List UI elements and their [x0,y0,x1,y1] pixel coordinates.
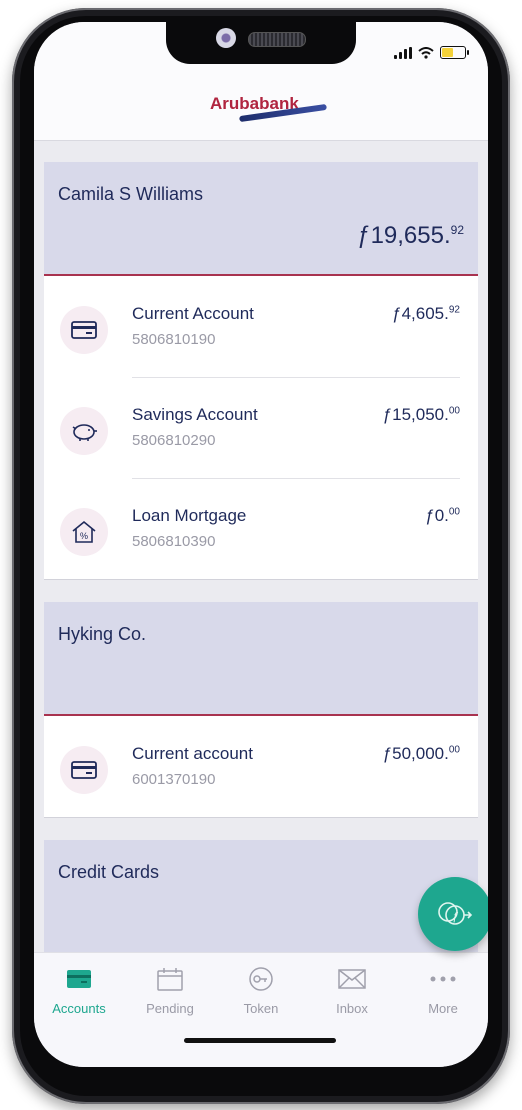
account-row-current[interactable]: Current Account 5806810190 ƒ4,605.92 [44,276,478,377]
envelope-icon [307,965,397,993]
account-group-header[interactable]: Hyking Co. [44,602,478,716]
svg-text:%: % [80,531,88,541]
account-title: Savings Account [132,405,258,424]
wifi-icon [418,46,434,59]
account-row-mortgage[interactable]: % Loan Mortgage 5806810390 ƒ0.00 [44,478,478,579]
account-balance: ƒ4,605.92 [392,304,460,323]
account-number: 5806810190 [132,331,216,348]
card-icon [34,965,124,993]
group-name: Camila S Williams [58,184,204,204]
speaker-grille [248,32,306,47]
group-total: ƒ19,655.92 [357,222,464,249]
account-balance: ƒ0.00 [425,506,460,525]
piggy-bank-icon [60,407,108,455]
account-rows: Current account 6001370190 ƒ50,000.00 [44,716,478,818]
accounts-list[interactable]: Camila S Williams ƒ19,655.92 Current Acc… [34,140,488,952]
account-row-current[interactable]: Current account 6001370190 ƒ50,000.00 [44,716,478,817]
notch [166,22,356,64]
tab-label: Pending [146,1001,194,1016]
tab-inbox[interactable]: Inbox [307,965,397,1016]
group-name: Hyking Co. [58,624,147,644]
calendar-icon [125,965,215,993]
transfer-fab-button[interactable]: f [418,877,488,951]
account-number: 5806810290 [132,432,216,449]
card-icon [60,746,108,794]
account-number: 5806810390 [132,533,216,550]
account-number: 6001370190 [132,771,216,788]
account-balance: ƒ50,000.00 [382,744,460,763]
account-group-header[interactable]: Camila S Williams ƒ19,655.92 [44,162,478,276]
account-rows: Current Account 5806810190 ƒ4,605.92 Sav… [44,276,478,580]
card-icon [60,306,108,354]
account-row-savings[interactable]: Savings Account 5806810290 ƒ15,050.00 [44,377,478,478]
group-name: Credit Cards [58,862,160,882]
house-percent-icon: % [60,508,108,556]
token-icon [216,965,306,993]
account-title: Loan Mortgage [132,506,247,525]
home-indicator[interactable] [184,1038,336,1043]
tab-label: More [428,1001,458,1016]
account-title: Current Account [132,304,254,323]
tab-accounts[interactable]: Accounts [34,965,124,1016]
tab-label: Token [243,1001,279,1016]
account-title: Current account [132,744,253,763]
app-screen: Arubabank Camila S Williams ƒ19,655.92 C… [34,22,488,1067]
tab-label: Inbox [336,1001,368,1016]
transfer-icon: f [438,902,473,925]
tab-pending[interactable]: Pending [125,965,215,1016]
battery-icon [440,46,469,59]
camera-icon [216,28,236,48]
status-bar [394,46,469,59]
tab-more[interactable]: More [398,965,488,1016]
tab-token[interactable]: Token [216,965,306,1016]
bottom-tab-bar: Accounts Pending Token Inbox More [34,952,488,1067]
account-group-header[interactable]: Credit Cards [44,840,478,952]
account-balance: ƒ15,050.00 [382,405,460,424]
tab-label: Accounts [52,1001,106,1016]
more-dots-icon [398,965,488,993]
signal-icon [394,46,412,59]
